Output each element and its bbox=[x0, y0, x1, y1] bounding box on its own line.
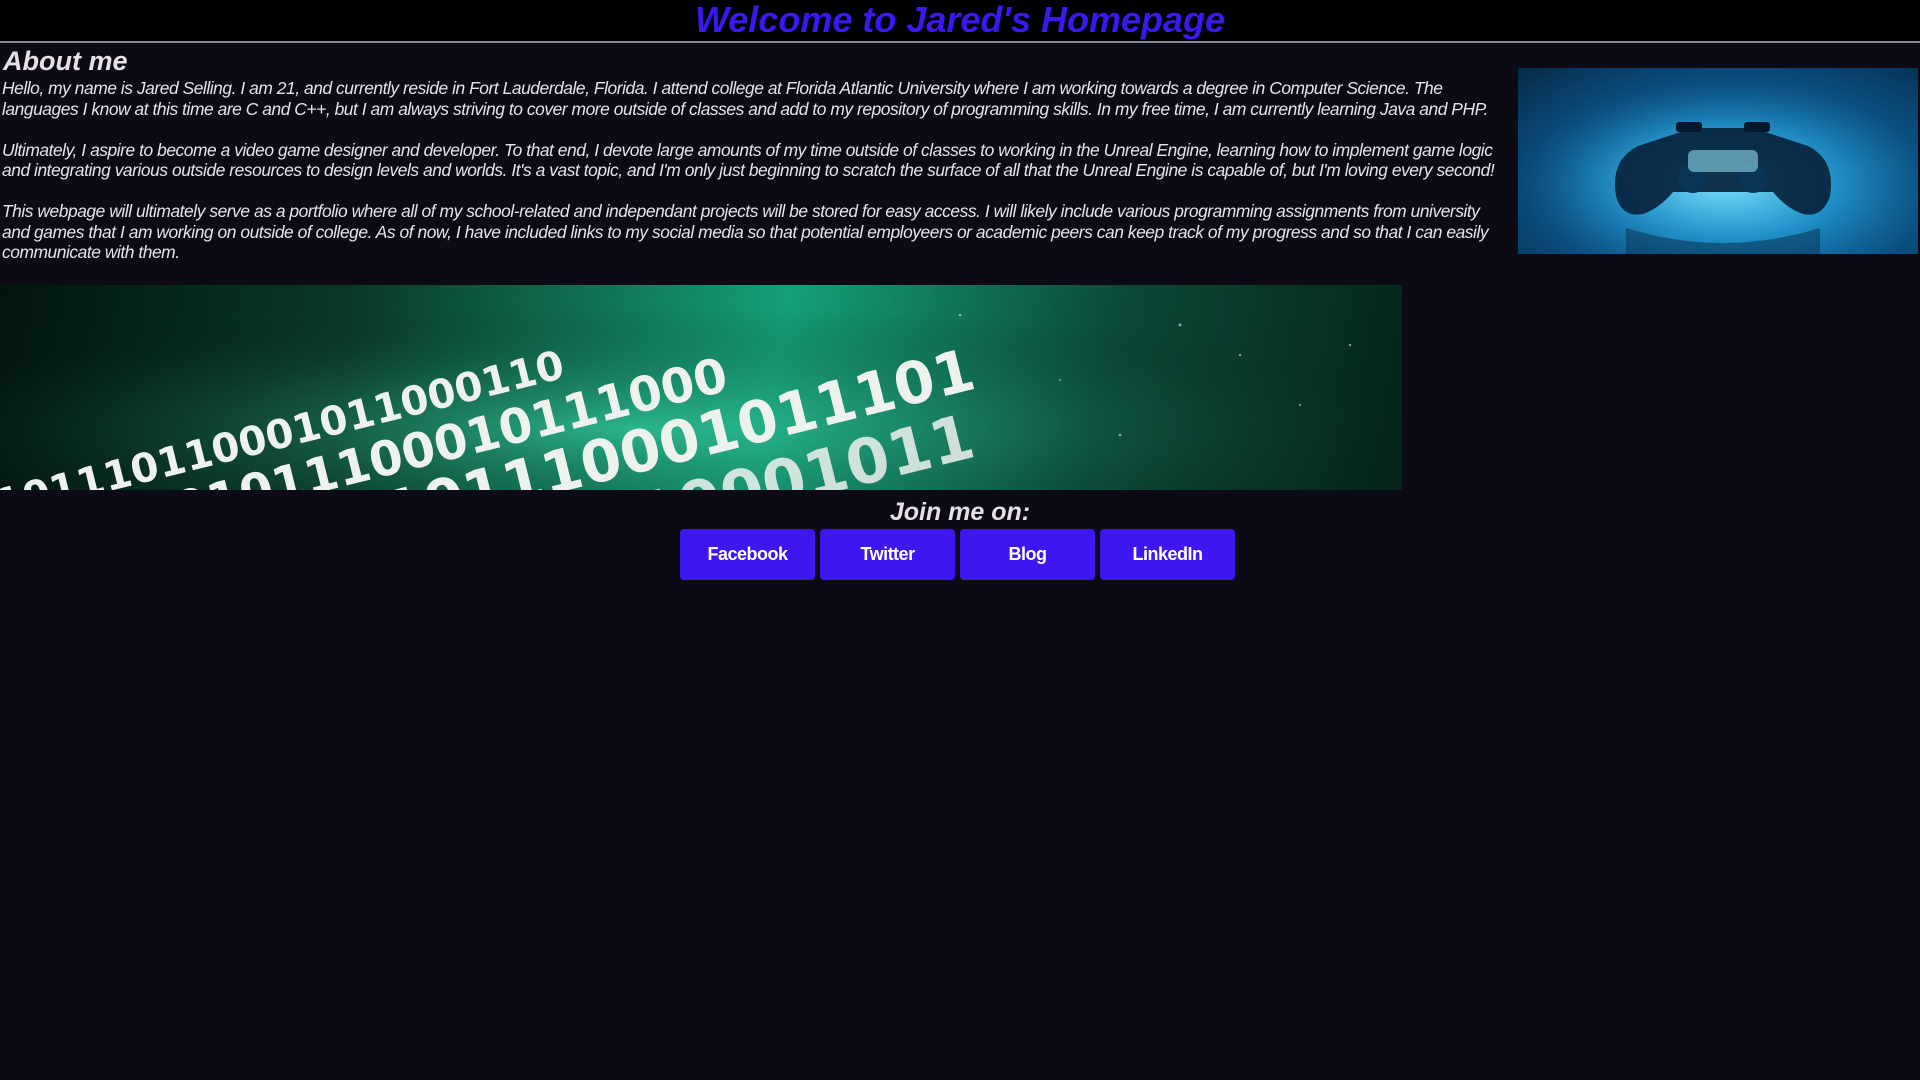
binary-banner: 0101110110001011000110 01110001011100010… bbox=[0, 285, 1402, 490]
blog-button[interactable]: Blog bbox=[960, 529, 1095, 580]
twitter-button[interactable]: Twitter bbox=[820, 529, 955, 580]
facebook-button[interactable]: Facebook bbox=[680, 529, 815, 580]
about-paragraph: Hello, my name is Jared Selling. I am 21… bbox=[2, 78, 1488, 119]
about-heading: About me bbox=[3, 46, 128, 76]
social-links: Facebook Twitter Blog LinkedIn bbox=[680, 529, 1235, 580]
page-title: Welcome to Jared's Homepage bbox=[694, 0, 1226, 40]
linkedin-button[interactable]: LinkedIn bbox=[1100, 529, 1235, 580]
about-paragraph: This webpage will ultimately serve as a … bbox=[2, 201, 1489, 262]
binary-code-icon: 0101110110001011000110 01110001011100010… bbox=[0, 285, 1402, 490]
about-paragraph: Ultimately, I aspire to become a video g… bbox=[2, 139, 1495, 181]
about-text: Hello, my name is Jared Selling. I am 21… bbox=[2, 78, 1502, 283]
gamepad-icon bbox=[1518, 68, 1918, 254]
join-heading: Join me on: bbox=[889, 498, 1031, 526]
gamepad-image bbox=[1518, 68, 1918, 254]
page-header: Welcome to Jared's Homepage bbox=[0, 0, 1920, 43]
